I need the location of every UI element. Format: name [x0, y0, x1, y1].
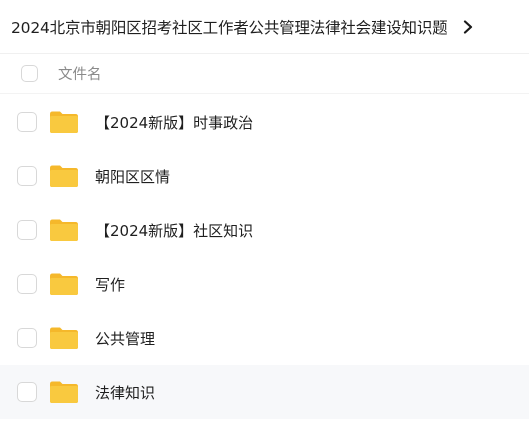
list-item[interactable]: 【2024新版】社区知识 — [0, 203, 529, 257]
file-name[interactable]: 【2024新版】时事政治 — [95, 112, 253, 133]
row-checkbox[interactable] — [17, 328, 37, 348]
column-header-filename[interactable]: 文件名 — [58, 63, 102, 84]
row-checkbox[interactable] — [17, 220, 37, 240]
file-name[interactable]: 法律知识 — [95, 382, 155, 403]
select-all-checkbox[interactable] — [21, 65, 38, 82]
list-item[interactable]: 写作 — [0, 257, 529, 311]
folder-icon — [50, 111, 78, 133]
row-checkbox[interactable] — [17, 382, 37, 402]
list-item[interactable]: 法律知识 — [0, 365, 529, 419]
file-name[interactable]: 公共管理 — [95, 328, 155, 349]
file-browser: 2024北京市朝阳区招考社区工作者公共管理法律社会建设知识题 文件名 【2024… — [0, 0, 529, 432]
list-item[interactable]: 朝阳区区情 — [0, 149, 529, 203]
list-item[interactable]: 【2024新版】时事政治 — [0, 95, 529, 149]
file-list: 【2024新版】时事政治 朝阳区区情 【2024新版】社区知识 写作 公共管理 … — [0, 95, 529, 419]
file-name[interactable]: 写作 — [95, 274, 125, 295]
folder-icon — [50, 381, 78, 403]
row-checkbox[interactable] — [17, 166, 37, 186]
folder-icon — [50, 273, 78, 295]
list-header: 文件名 — [0, 54, 529, 94]
breadcrumb-title[interactable]: 2024北京市朝阳区招考社区工作者公共管理法律社会建设知识题 — [11, 16, 447, 38]
file-name[interactable]: 朝阳区区情 — [95, 166, 170, 187]
row-checkbox[interactable] — [17, 274, 37, 294]
row-checkbox[interactable] — [17, 112, 37, 132]
folder-icon — [50, 327, 78, 349]
folder-icon — [50, 219, 78, 241]
list-item[interactable]: 公共管理 — [0, 311, 529, 365]
folder-icon — [50, 165, 78, 187]
file-name[interactable]: 【2024新版】社区知识 — [95, 220, 253, 241]
breadcrumb: 2024北京市朝阳区招考社区工作者公共管理法律社会建设知识题 — [0, 0, 529, 54]
chevron-right-icon[interactable] — [461, 19, 475, 34]
